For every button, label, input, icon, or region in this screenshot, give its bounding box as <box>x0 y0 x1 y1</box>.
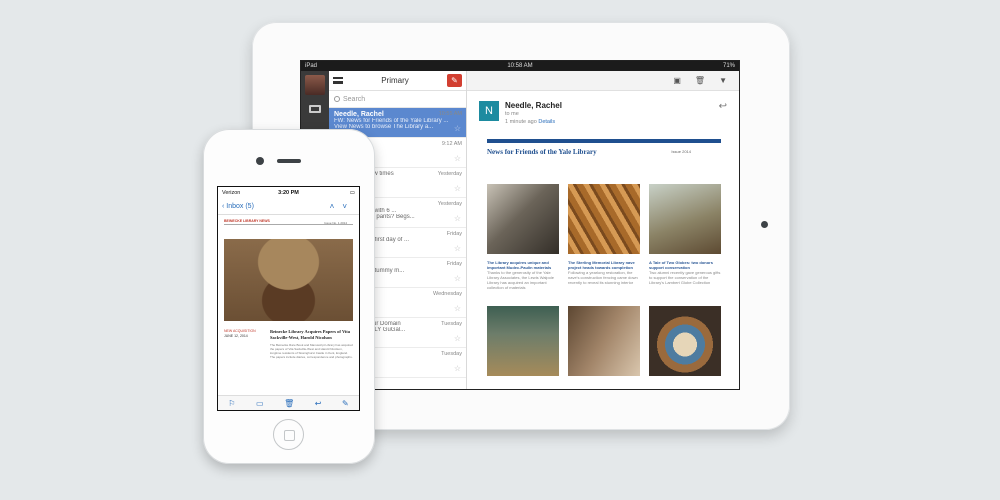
inbox-icon[interactable] <box>309 105 321 113</box>
compose-icon[interactable]: ✎ <box>342 399 349 408</box>
ipad-camera <box>761 221 768 228</box>
iphone-screen: Verizon 3:20 PM ▭ ‹ Inbox (5) ˄˅ BEINECK… <box>217 186 360 411</box>
newsletter-bar <box>487 139 721 143</box>
home-button[interactable] <box>273 419 304 450</box>
iphone-status-bar: Verizon 3:20 PM ▭ <box>218 187 359 198</box>
reading-pane: ▣ 🗑 ▼ N Needle, Rachel to me 1 minute ag… <box>467 71 739 389</box>
search-placeholder: Search <box>343 95 366 103</box>
archive-icon[interactable]: ▣ <box>673 76 681 85</box>
iphone-device: Verizon 3:20 PM ▭ ‹ Inbox (5) ˄˅ BEINECK… <box>203 129 375 464</box>
search-bar[interactable]: Search <box>329 91 466 108</box>
portrait-photo[interactable] <box>568 306 640 376</box>
star-icon[interactable]: ☆ <box>454 274 461 283</box>
story-meta: NEW ACQUISITION JUNE 12, 2014 <box>224 329 264 359</box>
mail-date: Friday <box>446 261 462 267</box>
trash-icon[interactable]: 🗑 <box>284 399 294 408</box>
portrait-photo[interactable] <box>224 239 353 321</box>
caption-2: The Sterling Memorial Library nave proje… <box>568 260 638 285</box>
message-header: N Needle, Rachel to me 1 minute ago Deta… <box>479 101 562 126</box>
message-age: 1 minute ago <box>505 119 537 125</box>
menu-icon[interactable] <box>333 77 343 84</box>
globe-photo[interactable] <box>649 184 721 254</box>
recipient-line: to me <box>505 111 519 117</box>
folder-icon[interactable]: ▭ <box>256 399 264 408</box>
newsletter-grid: The Library acquires unique and importan… <box>487 184 721 376</box>
iphone-issue: Issue No. 1 2014 <box>324 221 347 225</box>
trash-icon[interactable]: 🗑 <box>695 76 705 85</box>
star-icon[interactable]: ☆ <box>454 244 461 253</box>
plate-photo[interactable] <box>649 306 721 376</box>
newsletter-header: News for Friends of the Yale Library Iss… <box>487 139 721 156</box>
reply-icon[interactable]: ↩ <box>315 399 322 408</box>
newsletter-issue: Issue 2014 <box>671 149 691 154</box>
star-icon[interactable]: ☆ <box>454 154 461 163</box>
mail-date: Tuesday <box>441 321 462 327</box>
iphone-time: 3:20 PM <box>278 189 299 196</box>
story-block: NEW ACQUISITION JUNE 12, 2014 Beinecke L… <box>224 329 353 359</box>
mail-date: Tuesday <box>441 351 462 357</box>
message-nav-arrows[interactable]: ˄˅ <box>330 202 355 211</box>
caption-3: A Tale of Two Globes: two donors support… <box>649 260 721 285</box>
reader-toolbar: ▣ 🗑 ▼ <box>467 71 739 91</box>
ipad-status-bar: iPad 10:58 AM 71% <box>301 61 739 71</box>
flag-icon[interactable]: ⚐ <box>228 399 235 408</box>
sender-name: Needle, Rachel <box>505 101 562 110</box>
star-icon[interactable]: ☆ <box>454 334 461 343</box>
reply-icon[interactable]: ↩ <box>719 101 727 112</box>
caption-1: The Library acquires unique and importan… <box>487 260 554 290</box>
list-title: Primary <box>381 76 409 85</box>
ceiling-photo[interactable] <box>568 184 640 254</box>
iphone-nav-bar: ‹ Inbox (5) ˄˅ <box>218 198 359 215</box>
compose-button[interactable]: ✎ <box>447 74 462 87</box>
mail-date: 10:55 AM <box>438 111 462 117</box>
mail-date: Friday <box>446 231 462 237</box>
mail-date: Yesterday <box>437 171 462 177</box>
star-icon[interactable]: ☆ <box>454 304 461 313</box>
star-icon[interactable]: ☆ <box>454 124 461 133</box>
classroom-photo[interactable] <box>487 306 559 376</box>
story-title: Beinecke Library Acquires Papers of Vita… <box>270 329 351 340</box>
mail-date: 9:12 AM <box>441 141 462 147</box>
list-header: Primary ✎ <box>329 71 466 91</box>
story-date: JUNE 12, 2014 <box>224 333 248 338</box>
details-link[interactable]: Details <box>538 119 555 125</box>
back-button[interactable]: Inbox (5) <box>226 203 254 210</box>
mail-date: Wednesday <box>433 291 462 297</box>
account-avatar[interactable] <box>305 75 325 95</box>
iphone-camera <box>256 157 264 165</box>
chevron-down-icon[interactable]: ▼ <box>719 76 727 85</box>
star-icon[interactable]: ☆ <box>454 364 461 373</box>
story-text: The Beinecke Rare Book and Manuscript Li… <box>270 343 353 359</box>
iphone-message-body: BEINECKE LIBRARY NEWS Issue No. 1 2014 N… <box>218 215 359 397</box>
star-icon[interactable]: ☆ <box>454 214 461 223</box>
star-icon[interactable]: ☆ <box>454 184 461 193</box>
mail-date: Yesterday <box>437 201 462 207</box>
iphone-speaker <box>277 159 301 163</box>
excavation-photo[interactable] <box>487 184 559 254</box>
status-time: 10:58 AM <box>507 63 533 69</box>
sender-avatar: N <box>479 101 499 121</box>
iphone-toolbar: ⚐ ▭ 🗑 ↩ ✎ <box>218 395 359 410</box>
search-icon <box>334 96 340 102</box>
